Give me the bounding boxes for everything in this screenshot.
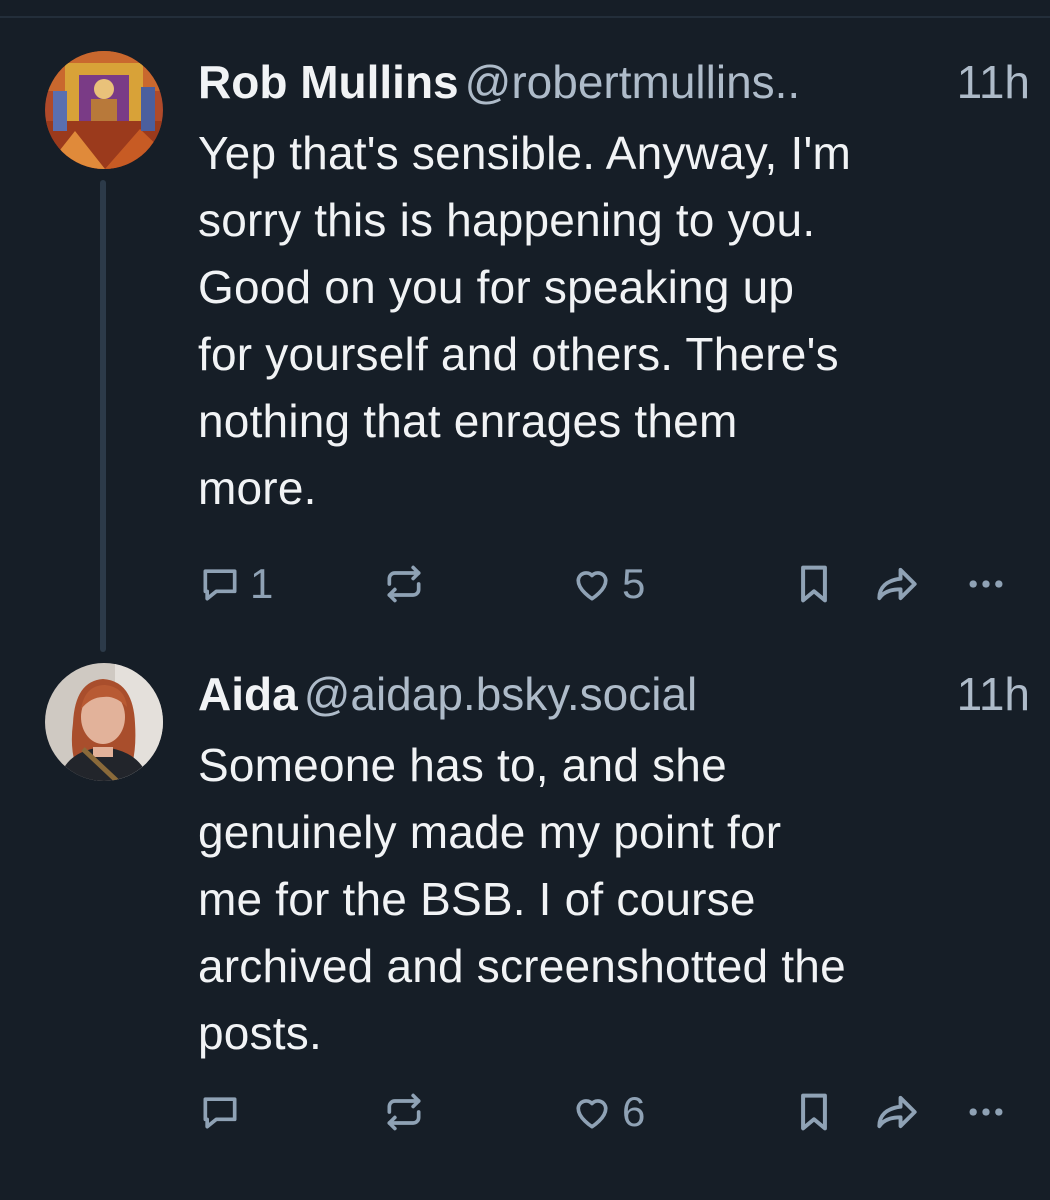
reply-button[interactable] [198, 1082, 250, 1142]
post[interactable]: Rob Mullins @robertmullins.. 11h Yep that… [0, 40, 1050, 652]
heart-icon [576, 1099, 608, 1129]
post-text: Yep that's sensible. Anyway, I'm sorry t… [198, 127, 851, 514]
timestamp[interactable]: 11h [957, 652, 1030, 736]
bookmark-icon [801, 1093, 827, 1131]
post-header: Rob Mullins @robertmullins.. 11h [198, 40, 1030, 124]
top-divider [0, 0, 1050, 18]
more-button[interactable] [964, 1082, 1008, 1142]
like-count: 6 [622, 1088, 646, 1135]
like-button[interactable]: 5 [570, 554, 645, 614]
like-count: 5 [622, 560, 646, 607]
reply-count: 1 [250, 560, 274, 607]
post-content: Aida @aidap.bsky.social 11h Someone has t… [198, 652, 1030, 1067]
bookmark-button[interactable] [794, 554, 834, 614]
bookmark-icon [801, 565, 827, 603]
post-actions: 1 5 [198, 554, 1030, 614]
reply-icon [203, 1097, 237, 1129]
more-button[interactable] [964, 554, 1008, 614]
more-icon [969, 1108, 1003, 1116]
post-header: Aida @aidap.bsky.social 11h [198, 652, 1030, 736]
photo-avatar [45, 663, 163, 781]
repost-icon [387, 565, 421, 603]
post-content: Rob Mullins @robertmullins.. 11h Yep that… [198, 40, 1030, 522]
repost-icon [387, 1093, 421, 1131]
post[interactable]: Aida @aidap.bsky.social 11h Someone has t… [0, 652, 1050, 1200]
painting-avatar [45, 51, 163, 169]
post-actions: 6 [198, 1082, 1030, 1142]
share-icon [877, 1095, 917, 1129]
display-name[interactable]: Rob Mullins [198, 56, 459, 108]
timestamp[interactable]: 11h [957, 40, 1030, 124]
bookmark-button[interactable] [794, 1082, 834, 1142]
handle[interactable]: @aidap.bsky.social [304, 668, 698, 720]
avatar[interactable] [45, 51, 163, 169]
more-icon [969, 580, 1003, 588]
repost-button[interactable] [382, 554, 426, 614]
repost-button[interactable] [382, 1082, 426, 1142]
display-name[interactable]: Aida [198, 668, 298, 720]
post-text: Someone has to, and she genuinely made m… [198, 739, 846, 1059]
share-icon [877, 567, 917, 601]
thread-line [100, 180, 106, 652]
reply-icon [203, 569, 237, 601]
share-button[interactable] [874, 554, 920, 614]
share-button[interactable] [874, 1082, 920, 1142]
avatar[interactable] [45, 663, 163, 781]
handle[interactable]: @robertmullins.. [465, 56, 801, 108]
heart-icon [576, 571, 608, 601]
reply-button[interactable]: 1 [198, 554, 273, 614]
like-button[interactable]: 6 [570, 1082, 645, 1142]
